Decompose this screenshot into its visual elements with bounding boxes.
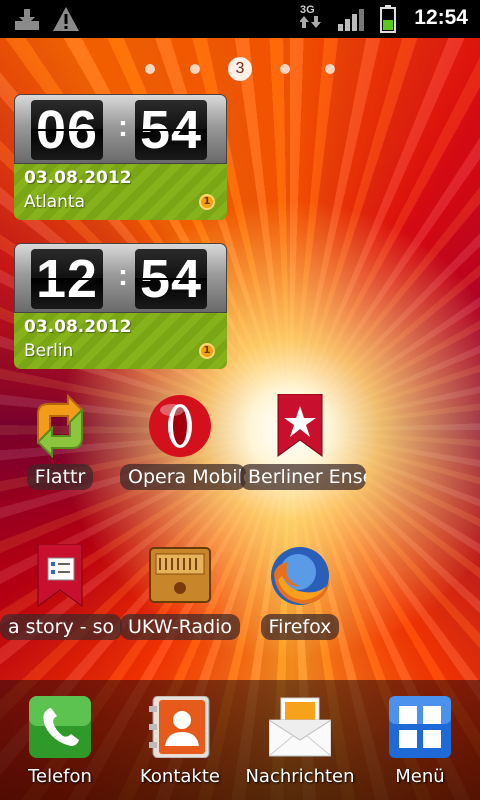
app-label: Firefox: [260, 614, 340, 640]
clock-info-panel: 03.08.2012 Atlanta 1: [14, 164, 227, 220]
checklist-bookmark-icon: [28, 543, 92, 608]
app-flattr[interactable]: Flattr: [0, 393, 120, 504]
app-ukw-radio[interactable]: UKW-Radio: [120, 544, 240, 654]
clock-date: 03.08.2012: [24, 317, 132, 337]
contacts-icon: [149, 695, 211, 759]
weather-sun-icon: 1: [199, 194, 215, 210]
page-indicator[interactable]: 3: [0, 56, 480, 82]
app-label: Flattr: [26, 464, 94, 490]
messages-icon: [268, 696, 332, 758]
page-dot-current[interactable]: 3: [228, 57, 252, 81]
signal-icon: [338, 8, 364, 36]
clock-minutes: 54: [135, 100, 207, 160]
dock-label: Telefon: [28, 766, 92, 787]
status-time: 12:54: [414, 6, 468, 29]
radio-icon: [148, 544, 212, 608]
download-icon: [14, 7, 40, 35]
flattr-icon: [28, 393, 92, 459]
bookmark-icon: [268, 393, 332, 458]
page-dot[interactable]: [190, 64, 200, 74]
dock-label: Kontakte: [140, 766, 220, 787]
app-label: UKW-Radio: [120, 614, 240, 640]
app-label: Opera Mobile: [120, 464, 246, 490]
dock-nachrichten[interactable]: Nachrichten: [240, 694, 360, 794]
dock: Telefon Kontakte Nachrichten Menü: [0, 680, 480, 800]
page-dot[interactable]: [145, 64, 155, 74]
app-label: a story - so: [0, 614, 123, 640]
page-dot[interactable]: [325, 64, 335, 74]
network-type-label: 3G: [300, 4, 315, 16]
clock-city: Atlanta: [24, 192, 85, 212]
dock-menu[interactable]: Menü: [360, 694, 480, 794]
clock-colon: :: [118, 259, 128, 292]
clock-widget-atlanta[interactable]: 06 : 54 03.08.2012 Atlanta 1: [14, 94, 227, 220]
dock-kontakte[interactable]: Kontakte: [120, 694, 240, 794]
clock-hours: 12: [31, 249, 103, 309]
clock-city: Berlin: [24, 341, 74, 361]
status-bar[interactable]: 3G 12:54: [0, 0, 480, 38]
weather-sun-icon: 1: [199, 343, 215, 359]
clock-widget-berlin[interactable]: 12 : 54 03.08.2012 Berlin 1: [14, 243, 227, 369]
app-a-story[interactable]: a story - so: [0, 543, 123, 654]
flip-clock: 12 : 54: [14, 243, 227, 313]
clock-colon: :: [118, 110, 128, 143]
clock-info-panel: 03.08.2012 Berlin 1: [14, 313, 227, 369]
app-firefox[interactable]: Firefox: [240, 544, 360, 654]
dock-telefon[interactable]: Telefon: [0, 694, 120, 794]
dock-label: Nachrichten: [245, 766, 355, 787]
opera-icon: [148, 394, 212, 458]
warning-icon: [52, 6, 80, 36]
clock-minutes: 54: [135, 249, 207, 309]
dock-label: Menü: [395, 766, 445, 787]
clock-date: 03.08.2012: [24, 168, 132, 188]
battery-icon: [380, 5, 396, 37]
app-opera-mobile[interactable]: Opera Mobile: [120, 394, 246, 504]
menu-grid-icon: [389, 696, 451, 758]
clock-hours: 06: [31, 100, 103, 160]
phone-icon: [29, 696, 91, 758]
app-berliner-ensemble[interactable]: Berliner Ensemble: [240, 393, 366, 504]
app-label: Berliner Ensemble: [240, 464, 366, 490]
page-dot[interactable]: [280, 64, 290, 74]
firefox-icon: [268, 544, 332, 608]
flip-clock: 06 : 54: [14, 94, 227, 164]
